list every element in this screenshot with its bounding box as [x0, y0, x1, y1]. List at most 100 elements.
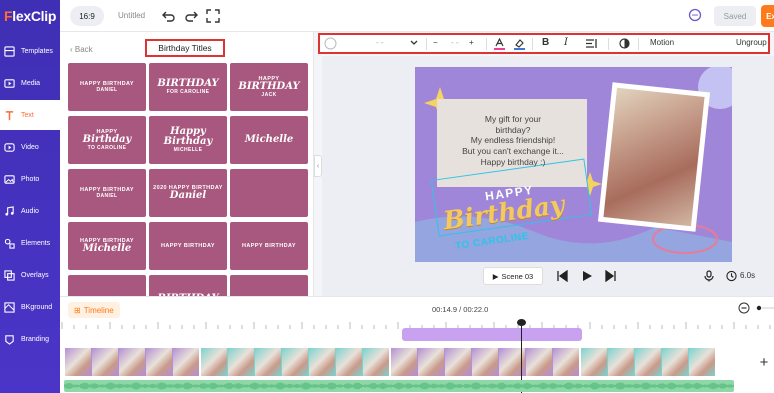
- sidebar-item-templates[interactable]: Templates: [0, 36, 60, 66]
- sidebar: FlexClip Templates Media Text Video Phot…: [0, 0, 60, 393]
- media-icon: [4, 78, 15, 88]
- audio-track[interactable]: [64, 380, 734, 392]
- timeline-toggle[interactable]: ⊞ Timeline: [68, 302, 120, 318]
- title-template-thumb[interactable]: BIRTHDAY FOR CAROLINE: [149, 63, 227, 111]
- highlight-color-icon[interactable]: [514, 38, 525, 50]
- scene-clip[interactable]: [580, 347, 716, 377]
- motion-button[interactable]: Motion: [650, 38, 674, 47]
- scene-label: Scene 03: [501, 271, 534, 281]
- sidebar-item-video[interactable]: Video: [0, 132, 60, 162]
- playhead-handle[interactable]: [517, 319, 526, 326]
- export-button[interactable]: Ex: [761, 5, 774, 27]
- font-family-select[interactable]: - -: [376, 38, 384, 47]
- sidebar-item-photo[interactable]: Photo: [0, 164, 60, 194]
- sidebar-item-overlays[interactable]: Overlays: [0, 260, 60, 290]
- scene-clip[interactable]: [64, 347, 200, 377]
- top-bar: 16:9 Untitled Saved Ex: [60, 0, 774, 32]
- previous-icon[interactable]: [556, 270, 568, 282]
- bold-button[interactable]: B: [542, 37, 549, 48]
- templates-icon: [4, 45, 15, 57]
- thumb-text: HAPPY BIRTHDAY: [242, 243, 296, 249]
- add-scene-button[interactable]: +: [754, 352, 774, 372]
- undo-icon[interactable]: [162, 9, 176, 23]
- title-template-thumb[interactable]: HAPPY BIRTHDAY DANIEL: [68, 63, 146, 111]
- gift-line: My gift for your: [484, 114, 542, 124]
- clip-frame: [336, 348, 362, 376]
- clock-icon: [726, 270, 737, 282]
- font-size-decrease[interactable]: −: [433, 38, 438, 47]
- sidebar-label: Photo: [21, 175, 40, 183]
- text-icon: [5, 110, 14, 120]
- text-panel: ‹ Back Birthday Titles HAPPY BIRTHDAY DAN…: [60, 32, 314, 323]
- sidebar-item-elements[interactable]: Elements: [0, 228, 60, 258]
- title-template-thumb[interactable]: Michelle: [230, 116, 308, 164]
- scene-clip[interactable]: [390, 347, 580, 377]
- title-template-thumb[interactable]: [230, 169, 308, 217]
- clip-frame: [689, 348, 715, 376]
- title-template-thumb[interactable]: HAPPY Birthday TO CAROLINE: [68, 116, 146, 164]
- friends-photo[interactable]: [597, 82, 711, 232]
- title-template-thumb[interactable]: HAPPY BIRTHDAY JACK: [230, 63, 308, 111]
- thumb-text: DANIEL: [96, 193, 118, 199]
- sidebar-item-branding[interactable]: Branding: [0, 324, 60, 354]
- flexclip-logo[interactable]: FlexClip: [4, 8, 56, 24]
- font-size-increase[interactable]: +: [469, 38, 474, 47]
- color-circle-icon[interactable]: [324, 37, 337, 50]
- timeline-panel: ⊞ Timeline 00:14.9 / 00:22.0 +: [60, 296, 774, 393]
- thumb-text: Birthday: [82, 134, 132, 145]
- clip-frame: [255, 348, 281, 376]
- font-size-input[interactable]: - -: [451, 38, 459, 47]
- chevron-down-icon[interactable]: [410, 40, 418, 46]
- thumb-text: MICHELLE: [173, 147, 203, 153]
- sidebar-item-text[interactable]: Text: [0, 100, 60, 130]
- photo-image: [603, 87, 705, 227]
- sidebar-label: Text: [21, 111, 34, 119]
- play-icon[interactable]: [581, 270, 593, 282]
- collapse-panel-button[interactable]: ‹: [314, 155, 322, 177]
- clip-frame: [92, 348, 118, 376]
- clip-frame: [526, 348, 552, 376]
- aspect-ratio-button[interactable]: 16:9: [70, 6, 104, 26]
- scene-selector[interactable]: ▶ Scene 03: [483, 267, 543, 285]
- chat-icon[interactable]: [688, 8, 702, 22]
- gift-message[interactable]: My gift for your birthday? My endless fr…: [443, 114, 583, 167]
- title-template-thumb[interactable]: HAPPY BIRTHDAY: [230, 222, 308, 270]
- back-link[interactable]: ‹ Back: [70, 45, 93, 54]
- title-template-thumb[interactable]: HAPPY BIRTHDAY DANIEL: [68, 169, 146, 217]
- thumb-text: FOR CAROLINE: [166, 89, 210, 95]
- text-color-icon[interactable]: [494, 38, 505, 50]
- next-icon[interactable]: [605, 270, 617, 282]
- panel-title: Birthday Titles: [145, 39, 225, 57]
- video-icon: [4, 142, 15, 152]
- title-template-thumb[interactable]: 2020 HAPPY BIRTHDAY Daniel: [149, 169, 227, 217]
- project-title[interactable]: Untitled: [118, 11, 145, 20]
- clip-frame: [445, 348, 471, 376]
- sidebar-item-audio[interactable]: Audio: [0, 196, 60, 226]
- zoom-slider[interactable]: [756, 304, 774, 312]
- redo-icon[interactable]: [184, 9, 198, 23]
- clip-frame: [119, 348, 145, 376]
- align-icon[interactable]: [586, 38, 597, 49]
- zoom-out-icon[interactable]: [738, 302, 750, 314]
- opacity-icon[interactable]: [619, 38, 630, 49]
- overlays-icon: [4, 269, 15, 281]
- sidebar-item-media[interactable]: Media: [0, 68, 60, 98]
- microphone-icon[interactable]: [703, 270, 715, 282]
- sidebar-item-bkground[interactable]: BKground: [0, 292, 60, 322]
- fullscreen-icon[interactable]: [206, 9, 220, 23]
- thumb-text: HAPPY BIRTHDAY: [161, 243, 215, 249]
- title-template-thumb[interactable]: HAPPY BIRTHDAY: [149, 222, 227, 270]
- scene-clip[interactable]: [200, 347, 390, 377]
- thumb-text: BIRTHDAY: [238, 81, 300, 92]
- thumb-text: Daniel: [169, 190, 207, 201]
- thumb-text: DANIEL: [96, 87, 118, 93]
- text-layer-clip[interactable]: [402, 328, 582, 341]
- ungroup-button[interactable]: Ungroup: [736, 38, 767, 47]
- sidebar-label: Overlays: [21, 271, 49, 279]
- sidebar-label: Media: [21, 79, 41, 87]
- scene-duration[interactable]: 6.0s: [740, 271, 755, 280]
- clip-frame: [418, 348, 444, 376]
- title-template-thumb[interactable]: HAPPY BIRTHDAY Michelle: [68, 222, 146, 270]
- title-template-thumb[interactable]: Happy Birthday MICHELLE: [149, 116, 227, 164]
- italic-button[interactable]: I: [564, 37, 568, 48]
